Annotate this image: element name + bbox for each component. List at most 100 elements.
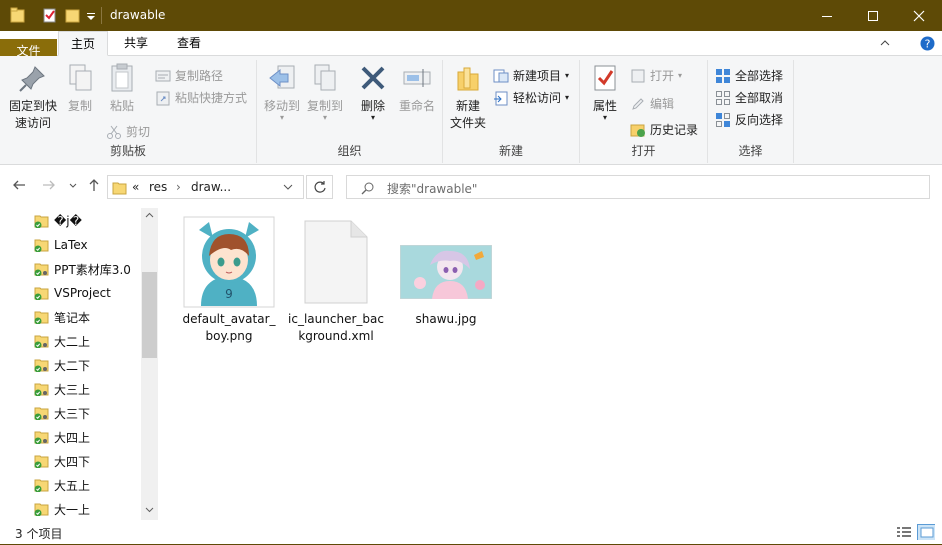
new-folder-button[interactable]: 新建 文件夹 <box>447 62 489 132</box>
navigation-bar: « res › draw... 搜索"drawable" <box>0 166 942 208</box>
select-none-icon <box>716 91 730 105</box>
paste-button[interactable]: 粘贴 <box>104 62 140 115</box>
move-to-button[interactable]: 移动到 ▾ <box>260 62 304 122</box>
paste-icon <box>111 63 133 92</box>
properties-quick-access-icon[interactable] <box>42 7 58 24</box>
delete-button[interactable]: 删除 ▾ <box>354 62 392 122</box>
paste-shortcut-button[interactable]: 粘贴快捷方式 <box>155 88 247 108</box>
close-button[interactable] <box>896 0 942 31</box>
copy-path-label: 复制路径 <box>175 69 224 83</box>
pin-quick-access-button[interactable]: 固定到快 速访问 <box>6 62 60 132</box>
properties-button[interactable]: 属性 ▾ <box>588 62 622 122</box>
up-arrow-icon <box>89 179 99 191</box>
new-folder-quick-access-icon[interactable] <box>65 7 81 24</box>
nav-item-label: �j� <box>54 214 82 228</box>
details-view-icon[interactable] <box>895 524 913 540</box>
select-none-button[interactable]: 全部取消 <box>715 88 783 108</box>
large-icons-view-icon[interactable] <box>917 524 935 540</box>
rename-button[interactable]: 重命名 <box>394 62 440 115</box>
back-button[interactable] <box>10 178 28 196</box>
file-name: default_avatar_ boy.png <box>179 311 279 345</box>
select-group-label: 选择 <box>738 144 763 158</box>
svg-text:9: 9 <box>225 287 233 301</box>
file-name-line2: boy.png <box>205 329 253 343</box>
tab-share[interactable]: 共享 <box>112 31 160 56</box>
nav-item[interactable]: 大三上 <box>34 378 90 400</box>
organize-group-label: 组织 <box>337 144 362 158</box>
title-separator <box>101 7 102 24</box>
pin-label-line2: 速访问 <box>14 116 51 130</box>
nav-item[interactable]: 大三下 <box>34 402 90 424</box>
file-item[interactable]: 9 default_avatar_ boy.png <box>179 216 279 345</box>
synced-folder-icon <box>34 239 49 252</box>
nav-item[interactable]: PPT素材库3.0 <box>34 258 131 280</box>
new-item-button[interactable]: 新建项目 ▾ <box>493 66 569 86</box>
nav-item[interactable]: 笔记本 <box>34 306 90 328</box>
nav-item[interactable]: LaTex <box>34 234 88 256</box>
select-all-button[interactable]: 全部选择 <box>715 66 783 86</box>
paste-label: 粘贴 <box>109 99 134 113</box>
copy-button[interactable]: 复制 <box>62 62 98 115</box>
copy-path-button[interactable]: 复制路径 <box>155 66 223 86</box>
paste-shortcut-icon <box>156 91 170 106</box>
clipboard-group-label: 剪贴板 <box>109 144 146 158</box>
open-button[interactable]: 打开 ▾ <box>630 66 682 86</box>
rename-label: 重命名 <box>398 99 435 113</box>
forward-button[interactable] <box>40 178 58 196</box>
maximize-button[interactable] <box>850 0 896 31</box>
nav-item-label: VSProject <box>54 286 111 300</box>
file-thumbnail <box>286 216 386 308</box>
breadcrumb-drawable[interactable]: draw... <box>191 180 231 194</box>
shared-synced-folder-icon <box>34 263 49 276</box>
minimize-button[interactable] <box>804 0 850 31</box>
help-icon[interactable]: ? <box>920 36 935 51</box>
history-icon <box>630 124 645 137</box>
address-bar[interactable]: « res › draw... <box>107 175 304 199</box>
new-item-icon <box>493 69 509 83</box>
file-item[interactable]: shawu.jpg <box>396 216 496 328</box>
cut-button[interactable]: 剪切 <box>106 122 150 142</box>
easy-access-button[interactable]: 轻松访问 ▾ <box>493 88 569 108</box>
copy-to-button[interactable]: 复制到 ▾ <box>303 62 347 122</box>
refresh-button[interactable] <box>306 175 333 199</box>
edit-button[interactable]: 编辑 <box>630 94 674 114</box>
invert-selection-button[interactable]: 反向选择 <box>715 110 783 130</box>
xml-document-icon <box>304 220 368 304</box>
scrollbar-thumb[interactable] <box>142 272 157 358</box>
close-icon <box>913 10 925 21</box>
up-button[interactable] <box>85 178 103 196</box>
search-box[interactable]: 搜索"drawable" <box>346 175 930 199</box>
synced-folder-icon <box>34 311 49 324</box>
file-item[interactable]: ic_launcher_bac kground.xml <box>286 216 386 345</box>
nav-item[interactable]: 大五上 <box>34 474 90 496</box>
nav-item[interactable]: 大一上 <box>34 498 90 520</box>
copy-icon <box>69 64 92 91</box>
collapse-ribbon-icon[interactable] <box>880 39 890 47</box>
breadcrumb-res[interactable]: res <box>149 180 167 194</box>
recent-locations-button[interactable] <box>64 178 82 196</box>
nav-item[interactable]: 大四上 <box>34 426 90 448</box>
new-folder-icon <box>457 67 479 91</box>
customize-quick-access-icon[interactable] <box>86 7 96 24</box>
nav-item[interactable]: 大二下 <box>34 354 90 376</box>
navigation-scrollbar[interactable] <box>141 208 158 520</box>
open-dropdown-icon: ▾ <box>678 71 683 80</box>
scroll-up-arrow-icon[interactable] <box>141 208 158 225</box>
nav-item[interactable]: �j� <box>34 210 82 232</box>
file-name: ic_launcher_bac kground.xml <box>286 311 386 345</box>
scroll-down-arrow-icon[interactable] <box>141 503 158 520</box>
nav-item[interactable]: VSProject <box>34 282 111 304</box>
history-button[interactable]: 历史记录 <box>630 120 698 140</box>
nav-item[interactable]: 大四下 <box>34 450 90 472</box>
address-dropdown-icon[interactable] <box>283 183 293 191</box>
tab-home[interactable]: 主页 <box>58 31 108 56</box>
synced-folder-icon <box>34 479 49 492</box>
breadcrumb-separator: › <box>176 180 181 194</box>
tab-view[interactable]: 查看 <box>165 31 213 56</box>
properties-dropdown-icon: ▾ <box>602 113 607 122</box>
nav-item-label: 大四上 <box>54 430 91 445</box>
breadcrumb-overflow[interactable]: « <box>132 180 139 194</box>
file-name: shawu.jpg <box>396 311 496 328</box>
nav-item[interactable]: 大二上 <box>34 330 90 352</box>
nav-item-label: 大二下 <box>54 358 91 373</box>
